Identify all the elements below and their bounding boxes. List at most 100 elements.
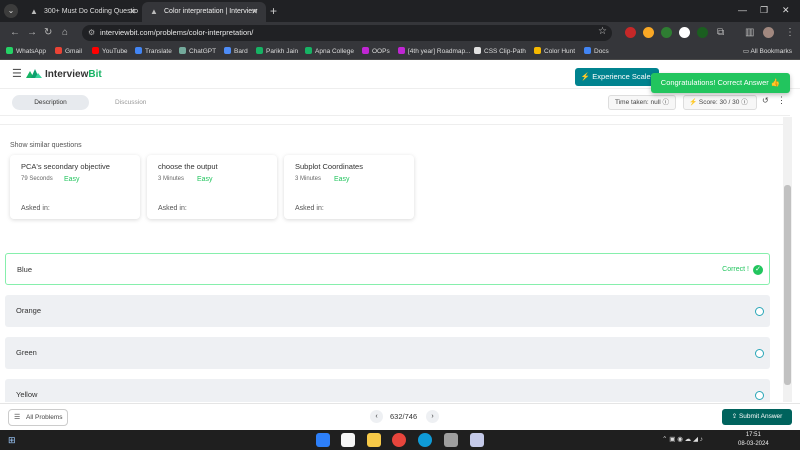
reload-icon[interactable]: ↻ bbox=[44, 26, 52, 40]
all-problems-button[interactable]: ☰ All Problems bbox=[8, 409, 68, 426]
new-tab-button[interactable]: + bbox=[270, 3, 277, 19]
card-asked-in: Asked in: bbox=[295, 205, 324, 212]
answer-option-orange[interactable]: Orange bbox=[5, 295, 770, 327]
chrome-menu-icon[interactable]: ⋮ bbox=[785, 26, 795, 40]
profile-avatar[interactable] bbox=[763, 27, 774, 38]
logo-text-accent: Bit bbox=[88, 69, 102, 80]
taskbar-clock[interactable]: 17:51 08-03-2024 bbox=[738, 431, 769, 449]
close-tab-icon[interactable]: ✕ bbox=[251, 2, 258, 22]
file-explorer-icon[interactable] bbox=[367, 433, 381, 447]
extension-icon[interactable] bbox=[679, 27, 690, 38]
option-label: Blue bbox=[17, 265, 33, 274]
taskbar-app-icon[interactable] bbox=[444, 433, 458, 447]
bookmark-item[interactable]: Translate bbox=[135, 44, 172, 60]
browser-tab-1[interactable]: ▲ 300+ Must Do Coding Questio ✕ bbox=[22, 2, 144, 22]
toast-text: Congratulations! Correct Answer bbox=[660, 78, 769, 87]
card-time: 79 Seconds bbox=[21, 176, 53, 182]
chrome-icon[interactable] bbox=[392, 433, 406, 447]
back-icon[interactable]: ← bbox=[10, 26, 20, 40]
site-info-icon[interactable]: ⚙ bbox=[88, 25, 95, 41]
browser-tab-2[interactable]: ▲ Color interpretation | Interview ✕ bbox=[142, 2, 266, 22]
bookmark-item[interactable]: Apna College bbox=[305, 44, 354, 60]
reset-icon[interactable]: ↺ bbox=[762, 96, 769, 105]
extension-icon[interactable] bbox=[625, 27, 636, 38]
tab-search-button[interactable]: ⌄ bbox=[4, 4, 18, 18]
card-title: PCA's secondary objective bbox=[21, 162, 110, 171]
next-problem-button[interactable]: › bbox=[426, 410, 439, 423]
restore-icon[interactable]: ❐ bbox=[760, 3, 768, 17]
experience-scaler-button[interactable]: ⚡ Experience Scaler bbox=[575, 68, 659, 86]
answer-option-blue[interactable]: Blue Correct ! ✓ bbox=[5, 253, 770, 285]
tab-discussion[interactable]: Discussion bbox=[115, 95, 146, 110]
close-tab-icon[interactable]: ✕ bbox=[129, 2, 136, 22]
bookmark-item[interactable]: [4th year] Roadmap... bbox=[398, 44, 471, 60]
extensions-puzzle-icon[interactable]: ⧉ bbox=[717, 26, 724, 40]
browser-toolbar: ← → ↻ ⌂ ⚙ interviewbit.com/problems/colo… bbox=[0, 22, 800, 44]
interviewbit-logo[interactable]: InterviewBit bbox=[26, 68, 102, 82]
tab-favicon-icon: ▲ bbox=[30, 7, 38, 16]
extension-icon[interactable] bbox=[643, 27, 654, 38]
bookmark-label: Docs bbox=[594, 48, 609, 55]
bookmark-item[interactable]: YouTube bbox=[92, 44, 128, 60]
forward-icon[interactable]: → bbox=[27, 26, 37, 40]
score-badge[interactable]: ⚡ Score: 30 / 30 ⓘ bbox=[683, 95, 757, 110]
logo-text: Interview bbox=[45, 69, 89, 80]
bookmark-star-icon[interactable]: ☆ bbox=[598, 26, 607, 37]
problem-content: Show similar questions PCA's secondary o… bbox=[0, 117, 783, 402]
taskbar-app-icon[interactable] bbox=[316, 433, 330, 447]
section-divider bbox=[0, 117, 783, 125]
tab-description[interactable]: Description bbox=[12, 95, 89, 110]
extension-icon[interactable] bbox=[661, 27, 672, 38]
all-bookmarks-button[interactable]: ▭ All Bookmarks bbox=[743, 44, 792, 60]
content-scrollbar[interactable] bbox=[783, 117, 792, 402]
scrollbar-thumb[interactable] bbox=[784, 185, 791, 385]
card-title: Subplot Coordinates bbox=[295, 162, 363, 171]
edge-icon[interactable] bbox=[418, 433, 432, 447]
bookmark-item[interactable]: Parikh Jain bbox=[256, 44, 298, 60]
bookmark-item[interactable]: Color Hunt bbox=[534, 44, 575, 60]
bookmark-label: Bard bbox=[234, 48, 248, 55]
system-tray[interactable]: ⌃ ▣ ◉ ☁ ◢ ♪ bbox=[662, 435, 703, 445]
radio-button[interactable] bbox=[755, 349, 764, 358]
more-options-icon[interactable]: ⋮ bbox=[777, 95, 786, 106]
submit-answer-button[interactable]: ⇪ Submit Answer bbox=[722, 409, 792, 425]
extension-icon[interactable] bbox=[697, 27, 708, 38]
browser-tab-bar: ⌄ ▲ 300+ Must Do Coding Questio ✕ ▲ Colo… bbox=[0, 0, 800, 22]
bookmark-label: Parikh Jain bbox=[266, 48, 299, 55]
bookmark-label: ChatGPT bbox=[189, 48, 217, 55]
address-bar[interactable]: ⚙ interviewbit.com/problems/color-interp… bbox=[82, 25, 612, 41]
bookmark-item[interactable]: Bard bbox=[224, 44, 248, 60]
clock-time: 17:51 bbox=[745, 432, 761, 438]
bookmark-label: [4th year] Roadmap... bbox=[408, 48, 471, 55]
bookmark-item[interactable]: Docs bbox=[584, 44, 609, 60]
option-label: Yellow bbox=[16, 390, 38, 399]
bookmark-item[interactable]: ChatGPT bbox=[179, 44, 216, 60]
radio-button[interactable] bbox=[755, 307, 764, 316]
side-panel-icon[interactable]: ▥ bbox=[745, 26, 754, 40]
hamburger-menu-icon[interactable]: ☰ bbox=[12, 69, 22, 80]
similar-question-card[interactable]: PCA's secondary objective 79 Seconds Eas… bbox=[10, 155, 140, 219]
answer-option-yellow[interactable]: Yellow bbox=[5, 379, 770, 402]
bookmark-item[interactable]: OOPs bbox=[362, 44, 390, 60]
taskbar-app-icon[interactable] bbox=[341, 433, 355, 447]
bookmark-item[interactable]: CSS Clip-Path bbox=[474, 44, 526, 60]
taskbar-app-icon[interactable] bbox=[470, 433, 484, 447]
similar-questions-title[interactable]: Show similar questions bbox=[10, 142, 82, 149]
list-icon: ☰ bbox=[14, 414, 21, 421]
answer-option-green[interactable]: Green bbox=[5, 337, 770, 369]
windows-taskbar: ⊞ ⌃ ▣ ◉ ☁ ◢ ♪ 17:51 08-03-2024 bbox=[0, 430, 800, 450]
minimize-icon[interactable]: — bbox=[738, 3, 747, 17]
tab-favicon-icon: ▲ bbox=[150, 7, 158, 16]
home-icon[interactable]: ⌂ bbox=[62, 26, 68, 40]
windows-start-icon[interactable]: ⊞ bbox=[8, 435, 16, 445]
bookmark-item[interactable]: Gmail bbox=[55, 44, 82, 60]
radio-button[interactable] bbox=[755, 391, 764, 400]
score-text: Score: 30 / 30 bbox=[698, 99, 740, 106]
similar-question-card[interactable]: Subplot Coordinates 3 Minutes Easy Asked… bbox=[284, 155, 414, 219]
bookmark-item[interactable]: WhatsApp bbox=[6, 44, 46, 60]
close-window-icon[interactable]: ✕ bbox=[782, 3, 790, 17]
bookmark-label: CSS Clip-Path bbox=[484, 48, 526, 55]
similar-question-card[interactable]: choose the output 3 Minutes Easy Asked i… bbox=[147, 155, 277, 219]
time-taken-badge[interactable]: Time taken: null ⓘ bbox=[608, 95, 676, 110]
previous-problem-button[interactable]: ‹ bbox=[370, 410, 383, 423]
